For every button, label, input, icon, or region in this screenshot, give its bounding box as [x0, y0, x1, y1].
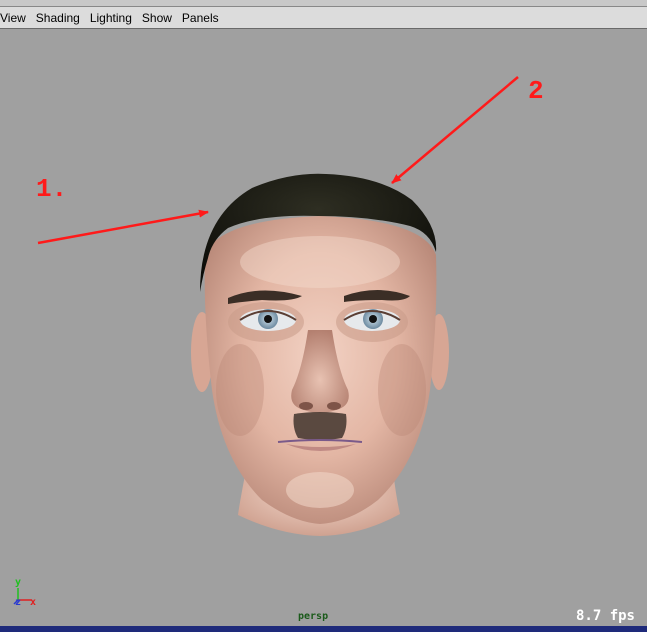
axis-z-label: z	[15, 597, 22, 608]
fps-readout: 8.7 fps	[575, 608, 635, 624]
right-cheek-shadow	[378, 344, 426, 436]
menu-panels[interactable]: Panels	[177, 7, 224, 29]
menu-view[interactable]: View	[0, 7, 31, 29]
right-nostril	[327, 402, 341, 410]
axis-gizmo-icon: y z x	[12, 578, 42, 608]
menu-shading[interactable]: Shading	[31, 7, 85, 29]
maya-viewport-window: View Shading Lighting Show Panels 1. 2 y…	[0, 0, 647, 632]
axis-y-label: y	[15, 577, 22, 588]
left-nostril	[299, 402, 313, 410]
annotation-label-1: 1.	[36, 174, 68, 204]
right-pupil	[369, 315, 377, 323]
forehead-highlight	[240, 236, 400, 288]
camera-name-label: persp	[298, 611, 329, 622]
head-model-render	[37, 76, 519, 536]
annotation-arrow-1	[37, 209, 209, 245]
mustache-shape	[293, 412, 347, 440]
axis-x-label: x	[30, 597, 37, 608]
left-pupil	[264, 315, 272, 323]
left-cheek-shadow	[216, 344, 264, 436]
menu-lighting[interactable]: Lighting	[85, 7, 137, 29]
bottom-border	[0, 626, 647, 632]
perspective-viewport[interactable]: 1. 2 y z x persp 8.7 fps	[0, 30, 647, 626]
menu-show[interactable]: Show	[137, 7, 177, 29]
chin-highlight	[286, 472, 354, 508]
annotation-arrow-2	[391, 76, 519, 184]
panel-menubar: View Shading Lighting Show Panels	[0, 7, 647, 29]
annotation-label-2: 2	[528, 76, 544, 106]
